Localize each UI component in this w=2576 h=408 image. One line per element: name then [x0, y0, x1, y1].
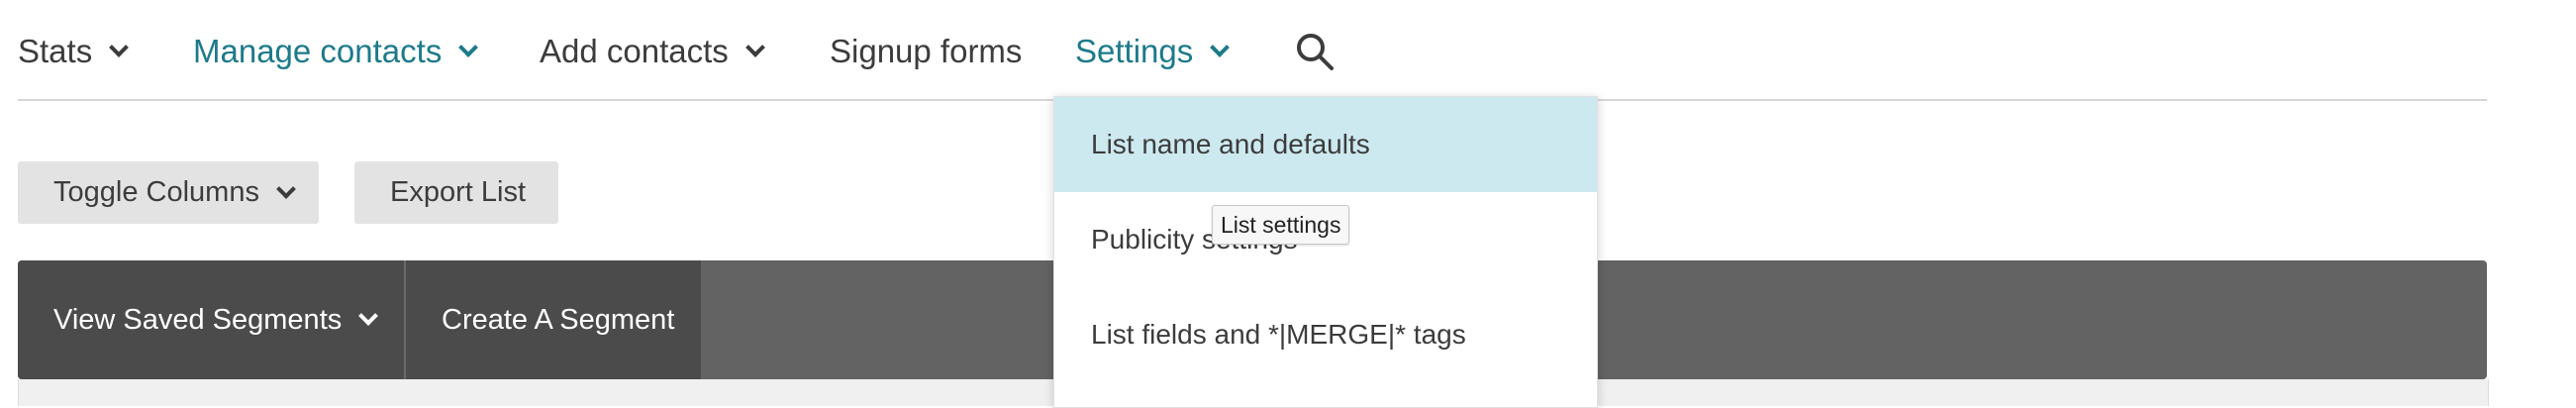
nav-manage-contacts-label: Manage contacts: [193, 33, 443, 69]
nav-settings-label: Settings: [1075, 33, 1194, 69]
menu-item-list-name-defaults[interactable]: List name and defaults: [1054, 97, 1597, 192]
export-list-label: Export List: [390, 176, 526, 208]
chevron-down-icon: [276, 178, 296, 199]
menu-item-list-fields-merge-tags[interactable]: List fields and *|MERGE|* tags: [1054, 287, 1597, 382]
nav-manage-contacts[interactable]: Manage contacts: [193, 28, 479, 75]
chevron-down-icon: [358, 306, 379, 326]
nav-signup-forms[interactable]: Signup forms: [830, 28, 1022, 75]
menu-item-label: List name and defaults: [1091, 129, 1370, 159]
create-segment-label: Create A Segment: [442, 303, 675, 336]
search-icon[interactable]: [1295, 32, 1335, 71]
menu-item-label: List fields and *|MERGE|* tags: [1091, 319, 1466, 350]
view-saved-segments-label: View Saved Segments: [53, 303, 343, 336]
chevron-down-icon: [109, 38, 130, 57]
nav-stats-label: Stats: [18, 33, 93, 69]
create-segment-button[interactable]: Create A Segment: [406, 260, 701, 379]
chevron-down-icon: [458, 38, 479, 57]
settings-dropdown-menu: List name and defaults Publicity setting…: [1053, 96, 1598, 408]
nav-add-contacts-label: Add contacts: [540, 33, 729, 69]
nav-add-contacts[interactable]: Add contacts: [540, 28, 765, 75]
tooltip-text: List settings: [1221, 211, 1341, 238]
nav-stats[interactable]: Stats: [18, 28, 130, 75]
toggle-columns-button[interactable]: Toggle Columns: [18, 161, 319, 224]
export-list-button[interactable]: Export List: [354, 161, 558, 224]
nav-signup-forms-label: Signup forms: [830, 33, 1023, 69]
nav-settings[interactable]: Settings: [1075, 28, 1231, 75]
view-saved-segments-button[interactable]: View Saved Segments: [18, 260, 404, 379]
chevron-down-icon: [744, 38, 765, 57]
chevron-down-icon: [1210, 38, 1231, 57]
toggle-columns-label: Toggle Columns: [53, 176, 259, 208]
tooltip: List settings: [1212, 205, 1350, 245]
